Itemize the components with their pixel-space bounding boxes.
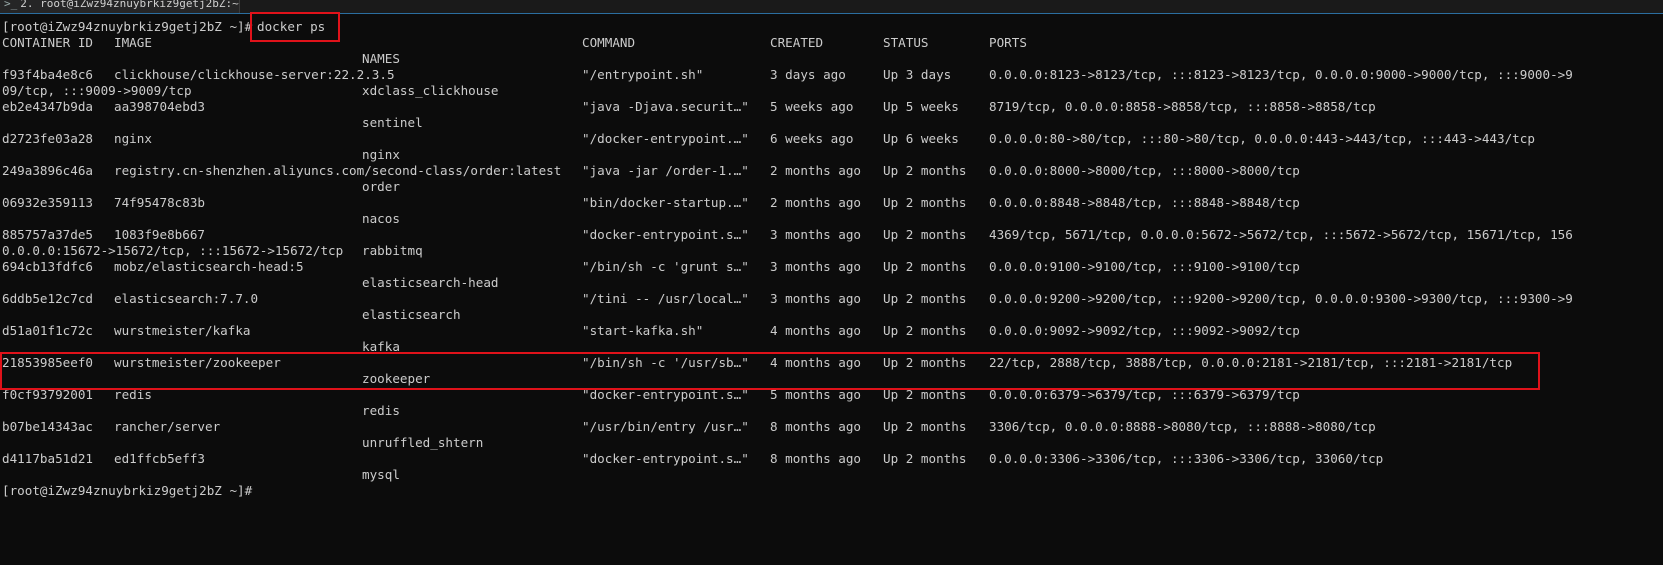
container-image: nginx (114, 131, 152, 146)
container-image: mobz/elasticsearch-head:5 (114, 259, 304, 274)
container-name: nacos (362, 211, 400, 226)
container-id: f93f4ba4e8c6 (2, 67, 93, 82)
prompt: [root@iZwz94znuybrkiz9getj2bZ ~]# (2, 19, 253, 34)
container-command: "/usr/bin/entry /usr…" (582, 419, 749, 434)
terminal-tab[interactable]: >_ 2. root@iZwz94znuybrkiz9getj2bZ:~ (0, 0, 240, 13)
container-command: "/entrypoint.sh" (582, 67, 704, 82)
container-image: aa398704ebd3 (114, 99, 205, 114)
zookeeper-row-highlight-box (0, 352, 1540, 390)
container-id: b07be14343ac (2, 419, 93, 434)
container-command: "bin/docker-startup.…" (582, 195, 749, 210)
container-image: 74f95478c83b (114, 195, 205, 210)
container-created: 3 days ago (770, 67, 846, 82)
container-status: Up 2 months (883, 291, 967, 306)
container-id: d51a01f1c72c (2, 323, 93, 338)
header-image: IMAGE (114, 35, 152, 50)
container-status: Up 2 months (883, 195, 967, 210)
container-created: 2 months ago (770, 195, 861, 210)
container-created: 3 months ago (770, 291, 861, 306)
command-highlight-box (250, 12, 340, 42)
container-status: Up 2 months (883, 227, 967, 242)
container-created: 8 months ago (770, 419, 861, 434)
container-command: "docker-entrypoint.s…" (582, 451, 749, 466)
container-name: elasticsearch (362, 307, 461, 322)
container-ports: 0.0.0.0:8848->8848/tcp, :::8848->8848/tc… (989, 195, 1300, 210)
container-created: 4 months ago (770, 323, 861, 338)
container-created: 2 months ago (770, 163, 861, 178)
container-command: "java -jar /order-1.…" (582, 163, 749, 178)
container-ports: 0.0.0.0:80->80/tcp, :::80->80/tcp, 0.0.0… (989, 131, 1535, 146)
container-ports: 0.0.0.0:9100->9100/tcp, :::9100->9100/tc… (989, 259, 1300, 274)
container-id: d2723fe03a28 (2, 131, 93, 146)
container-ports: 4369/tcp, 5671/tcp, 0.0.0.0:5672->5672/t… (989, 227, 1573, 242)
container-status: Up 2 months (883, 259, 967, 274)
container-status: Up 2 months (883, 419, 967, 434)
container-ports: 3306/tcp, 0.0.0.0:8888->8080/tcp, :::888… (989, 419, 1376, 434)
container-name: unruffled_shtern (362, 435, 484, 450)
container-id: 885757a37de5 (2, 227, 93, 242)
container-name: order (362, 179, 400, 194)
container-id: d4117ba51d21 (2, 451, 93, 466)
container-status: Up 3 days (883, 67, 952, 82)
container-name: elasticsearch-head (362, 275, 499, 290)
container-image: rancher/server (114, 419, 221, 434)
container-created: 3 months ago (770, 259, 861, 274)
header-command: COMMAND (582, 35, 636, 50)
prompt: [root@iZwz94znuybrkiz9getj2bZ ~]# (2, 483, 253, 498)
container-image: wurstmeister/kafka (114, 323, 251, 338)
container-image: elasticsearch:7.7.0 (114, 291, 259, 306)
container-created: 3 months ago (770, 227, 861, 242)
tab-title: 2. root@iZwz94znuybrkiz9getj2bZ:~ (20, 0, 239, 10)
container-status: Up 5 weeks (883, 99, 959, 114)
container-command: "/tini -- /usr/local…" (582, 291, 749, 306)
container-name: rabbitmq (362, 243, 423, 258)
header-status: STATUS (883, 35, 929, 50)
container-ports: 8719/tcp, 0.0.0.0:8858->8858/tcp, :::885… (989, 99, 1376, 114)
container-ports: 0.0.0.0:8123->8123/tcp, :::8123->8123/tc… (989, 67, 1573, 82)
container-ports-wrap: 09/tcp, :::9009->9009/tcp (2, 83, 192, 98)
container-created: 8 months ago (770, 451, 861, 466)
header-created: CREATED (770, 35, 824, 50)
terminal-icon: >_ (4, 0, 18, 10)
container-id: 6ddb5e12c7cd (2, 291, 93, 306)
container-ports-wrap: 0.0.0.0:15672->15672/tcp, :::15672->1567… (2, 243, 344, 258)
container-status: Up 2 months (883, 323, 967, 338)
container-status: Up 2 months (883, 451, 967, 466)
header-ports: PORTS (989, 35, 1027, 50)
container-name: sentinel (362, 115, 423, 130)
container-name: mysql (362, 467, 400, 482)
container-created: 6 weeks ago (770, 131, 854, 146)
container-id: 06932e359113 (2, 195, 93, 210)
container-command: "start-kafka.sh" (582, 323, 704, 338)
container-image: 1083f9e8b667 (114, 227, 205, 242)
container-ports: 0.0.0.0:9092->9092/tcp, :::9092->9092/tc… (989, 323, 1300, 338)
container-ports: 0.0.0.0:8000->8000/tcp, :::8000->8000/tc… (989, 163, 1300, 178)
container-name: redis (362, 403, 400, 418)
container-image: clickhouse/clickhouse-server:22.2.3.5 (114, 67, 395, 82)
container-id: 249a3896c46a (2, 163, 93, 178)
container-command: "java -Djava.securit…" (582, 99, 749, 114)
container-command: "/docker-entrypoint.…" (582, 131, 749, 146)
container-ports: 0.0.0.0:9200->9200/tcp, :::9200->9200/tc… (989, 291, 1573, 306)
container-id: eb2e4347b9da (2, 99, 93, 114)
container-status: Up 6 weeks (883, 131, 959, 146)
container-name: nginx (362, 147, 400, 162)
container-command: "docker-entrypoint.s…" (582, 227, 749, 242)
container-image: registry.cn-shenzhen.aliyuncs.com/second… (114, 163, 562, 178)
container-name: xdclass_clickhouse (362, 83, 499, 98)
container-status: Up 2 months (883, 163, 967, 178)
container-id: 694cb13fdfc6 (2, 259, 93, 274)
header-container-id: CONTAINER ID (2, 35, 93, 50)
header-names: NAMES (362, 51, 400, 66)
container-image: ed1ffcb5eff3 (114, 451, 205, 466)
container-created: 5 weeks ago (770, 99, 854, 114)
container-ports: 0.0.0.0:3306->3306/tcp, :::3306->3306/tc… (989, 451, 1384, 466)
container-command: "/bin/sh -c 'grunt s…" (582, 259, 749, 274)
